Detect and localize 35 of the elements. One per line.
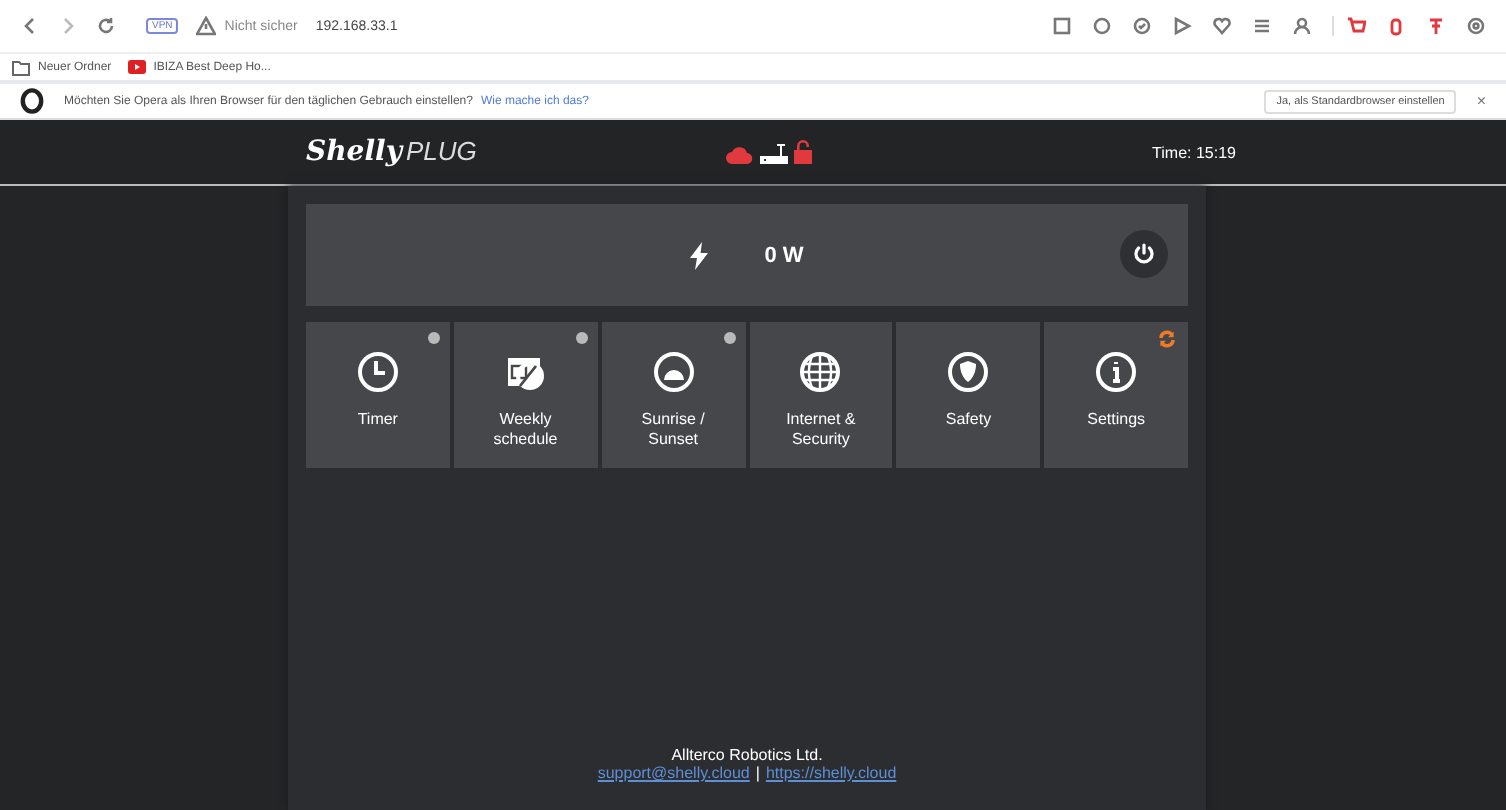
info-icon xyxy=(1094,350,1139,394)
tile-button[interactable]: Internet & Security xyxy=(749,322,893,468)
close-button[interactable]: × xyxy=(1476,92,1486,110)
back-icon[interactable] xyxy=(20,16,40,36)
tile-button[interactable]: Safety xyxy=(896,322,1041,468)
cloud-icon xyxy=(726,146,754,164)
list-icon[interactable] xyxy=(1252,16,1272,36)
warning-icon xyxy=(196,16,217,36)
tile-button[interactable]: Settings xyxy=(1044,322,1188,468)
globe-icon xyxy=(798,350,843,394)
time-label: Time: 15:19 xyxy=(1152,143,1236,161)
company-name: Allterco Robotics Ltd. xyxy=(669,746,825,764)
link-separator: | xyxy=(755,764,760,782)
settings-icon[interactable] xyxy=(1466,16,1486,36)
logo: ShellyPLUG xyxy=(306,136,479,168)
tile-button[interactable]: Timer xyxy=(306,322,450,468)
tile-button[interactable]: Sunrise / Sunset xyxy=(601,322,745,468)
router-icon xyxy=(760,142,788,164)
sunrise-icon xyxy=(651,350,696,394)
heart-icon[interactable] xyxy=(1212,16,1232,36)
folder-icon xyxy=(12,59,30,75)
bolt-icon xyxy=(690,241,709,269)
power-reading: 0 W xyxy=(764,243,804,267)
unlocked-lock-icon xyxy=(794,140,812,164)
power-button[interactable] xyxy=(1120,230,1168,278)
play-icon[interactable] xyxy=(1172,16,1192,36)
opera-icon xyxy=(20,88,44,114)
tile-button[interactable]: Weekly schedule xyxy=(453,322,598,468)
profile-icon[interactable] xyxy=(1292,16,1312,36)
clock-icon xyxy=(355,350,400,394)
website-link[interactable]: https://shelly.cloud xyxy=(765,764,897,782)
email-link[interactable]: support@shelly.cloud xyxy=(597,764,750,782)
cart-icon[interactable] xyxy=(1332,16,1366,36)
reload-icon[interactable] xyxy=(96,16,116,36)
video-icon xyxy=(127,60,146,74)
